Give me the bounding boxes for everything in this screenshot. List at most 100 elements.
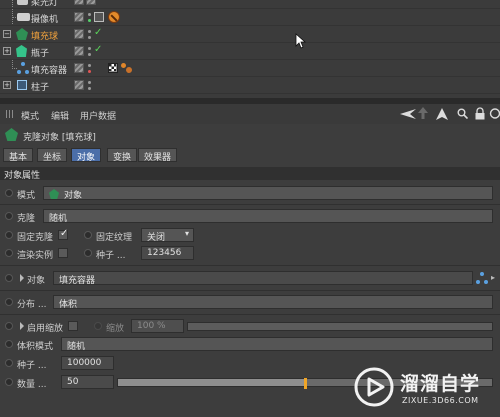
cursor-arrow-icon[interactable] [436,108,448,120]
animate-radio[interactable] [5,249,13,257]
watermark: 溜溜自学 ZIXUE.3D66.COM [350,361,500,417]
object-row-bottle[interactable]: + 瓶子 ✓ [0,43,500,60]
layer-icon[interactable] [74,63,84,73]
expand-toggle-icon[interactable]: + [3,81,11,89]
chevron-down-icon: ▾ [184,229,189,238]
render-instance-label: 渲染实例 [17,251,54,261]
search-icon[interactable] [457,108,468,119]
animate-radio[interactable] [5,274,13,282]
fixed-texture-value: 关闭 [147,233,166,242]
panel-grip-icon[interactable] [6,110,15,118]
fixed-texture-dropdown[interactable]: 关闭 ▾ [141,228,194,242]
cloner-icon [5,128,18,141]
editor-visibility-dot[interactable] [88,64,91,67]
menu-edit[interactable]: 编辑 [51,109,69,122]
animate-radio[interactable] [5,359,13,367]
new-panel-icon[interactable] [489,107,500,120]
tab-transform[interactable]: 变换 [107,148,138,163]
enable-scale-checkbox[interactable] [68,321,78,331]
mode-dropdown[interactable]: 对象 [43,186,493,200]
link-menu-icon[interactable]: ▸ [491,273,495,282]
light-icon [17,0,28,5]
editor-visibility-dot[interactable] [88,30,91,33]
render-visibility-dot[interactable] [88,36,91,39]
group-object-icon [17,80,27,90]
prop-row-volume-mode: 体积模式 随机 [0,336,500,353]
distribution-dropdown[interactable]: 体积 [53,295,493,309]
render-instance-checkbox[interactable] [58,248,68,258]
seed2-label: 种子 ... [17,361,47,371]
seed-input[interactable]: 123456 [141,246,194,260]
object-name: 柱子 [31,83,50,93]
collapse-toggle-icon[interactable]: − [3,30,11,38]
layer-icon[interactable] [74,12,84,22]
checker-tag-icon[interactable] [108,63,118,73]
animate-radio[interactable] [94,322,102,330]
layer-icon[interactable] [74,46,84,56]
count-label: 数量 ... [17,380,47,390]
distribution-label: 分布 ... [17,300,47,310]
prop-row-clone: 克隆 随机 [0,208,500,225]
editor-visibility-dot[interactable] [88,13,91,16]
texture-tag-icon[interactable] [121,63,126,68]
count-slider-thumb[interactable] [304,378,307,389]
animate-radio[interactable] [5,378,13,386]
object-name: 柔光灯 [31,0,59,8]
render-visibility-dot[interactable] [88,19,91,22]
object-row-camera[interactable]: 摄像机 [0,9,500,26]
clone-dropdown[interactable]: 随机 [43,209,493,223]
layer-icon[interactable] [74,80,84,90]
menu-user-data[interactable]: 用户数据 [80,109,116,122]
tab-basic[interactable]: 基本 [3,148,34,163]
animate-radio[interactable] [5,322,13,330]
animate-radio[interactable] [5,340,13,348]
animate-radio[interactable] [5,231,13,239]
expand-toggle-icon[interactable]: + [3,47,11,55]
editor-visibility-dot[interactable] [88,81,91,84]
animate-radio[interactable] [84,249,92,257]
object-manager: 柔光灯 摄像机 − 填充球 ✓ + 瓶子 ✓ 填充容器 + 柱子 [0,0,500,98]
object-link-field[interactable]: 填充容器 [53,271,473,285]
volume-mode-dropdown[interactable]: 随机 [61,337,493,351]
layer-icon[interactable] [74,0,84,5]
scale-input[interactable]: 100 % [131,319,184,333]
camera-target-icon[interactable] [94,12,104,22]
scale-slider[interactable] [187,322,493,331]
animate-radio[interactable] [84,231,92,239]
null-triangle-icon [476,272,488,284]
object-row-fill-ball[interactable]: − 填充球 ✓ [0,26,500,43]
up-arrow-icon[interactable] [418,107,428,119]
tab-coords[interactable]: 坐标 [37,148,68,163]
tab-object[interactable]: 对象 [71,148,102,163]
animate-radio[interactable] [5,189,13,197]
bottle-object-icon [16,45,27,57]
animate-radio[interactable] [5,212,13,220]
object-row-soft-light[interactable]: 柔光灯 [0,0,500,9]
expand-arrow-icon[interactable] [20,322,24,330]
menu-mode[interactable]: 模式 [21,109,39,122]
visibility-icon[interactable] [86,0,96,5]
animate-radio[interactable] [5,298,13,306]
seed2-input[interactable]: 100000 [61,356,114,370]
object-row-pillar[interactable]: + 柱子 [0,77,500,94]
layer-icon[interactable] [74,29,84,39]
scale-label: 缩放 [106,324,125,334]
back-arrow-icon[interactable] [400,109,416,119]
render-visibility-dot[interactable] [88,70,91,73]
enabled-check-icon[interactable]: ✓ [94,27,102,38]
lock-icon[interactable] [474,107,486,120]
protection-tag-icon[interactable] [108,11,120,23]
texture-tag-icon-2[interactable] [126,67,132,73]
seed-label: 种子 ... [96,251,126,261]
editor-visibility-dot[interactable] [88,47,91,50]
expand-arrow-icon[interactable] [20,274,24,282]
enabled-check-icon[interactable]: ✓ [94,44,102,55]
count-input[interactable]: 50 [61,375,114,389]
object-link-label: 对象 [27,276,46,286]
render-visibility-dot[interactable] [88,53,91,56]
render-visibility-dot[interactable] [88,87,91,90]
tab-effectors[interactable]: 效果器 [138,148,178,163]
object-row-fill-container[interactable]: 填充容器 [0,60,500,77]
fixed-clone-checkbox[interactable]: ✓ [58,228,68,240]
prop-row-mode: 模式 对象 [0,185,500,202]
